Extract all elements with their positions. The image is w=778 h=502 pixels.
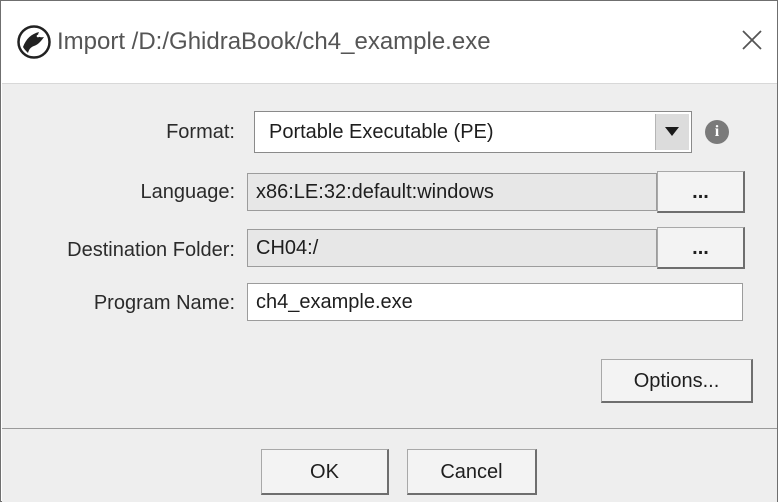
destination-folder-field[interactable]: CH04:/ [247, 229, 657, 267]
language-field[interactable]: x86:LE:32:default:windows [247, 173, 657, 211]
language-browse-button[interactable]: ... [657, 171, 745, 213]
close-button[interactable] [737, 25, 767, 55]
program-name-input[interactable]: ch4_example.exe [247, 283, 743, 321]
program-name-label: Program Name: [93, 292, 235, 314]
button-bar [2, 428, 777, 502]
info-icon[interactable]: i [705, 120, 729, 144]
ghidra-dragon-icon [17, 25, 51, 59]
cancel-button[interactable]: Cancel [407, 449, 537, 495]
dialog-title: Import /D:/GhidraBook/ch4_example.exe [57, 28, 491, 55]
options-button[interactable]: Options... [601, 359, 753, 403]
format-selected-value: Portable Executable (PE) [269, 121, 494, 143]
destination-folder-label: Destination Folder: [67, 239, 235, 261]
title-bar: Import /D:/GhidraBook/ch4_example.exe [1, 1, 777, 83]
chevron-down-icon [665, 127, 679, 136]
format-dropdown[interactable]: Portable Executable (PE) [254, 111, 692, 153]
destination-browse-button[interactable]: ... [657, 227, 745, 269]
language-label: Language: [140, 181, 235, 203]
dropdown-arrow-button[interactable] [655, 114, 689, 150]
ok-button[interactable]: OK [261, 449, 389, 495]
close-icon [742, 30, 762, 50]
import-dialog: Import /D:/GhidraBook/ch4_example.exe Fo… [0, 0, 778, 502]
format-label: Format: [166, 121, 235, 143]
